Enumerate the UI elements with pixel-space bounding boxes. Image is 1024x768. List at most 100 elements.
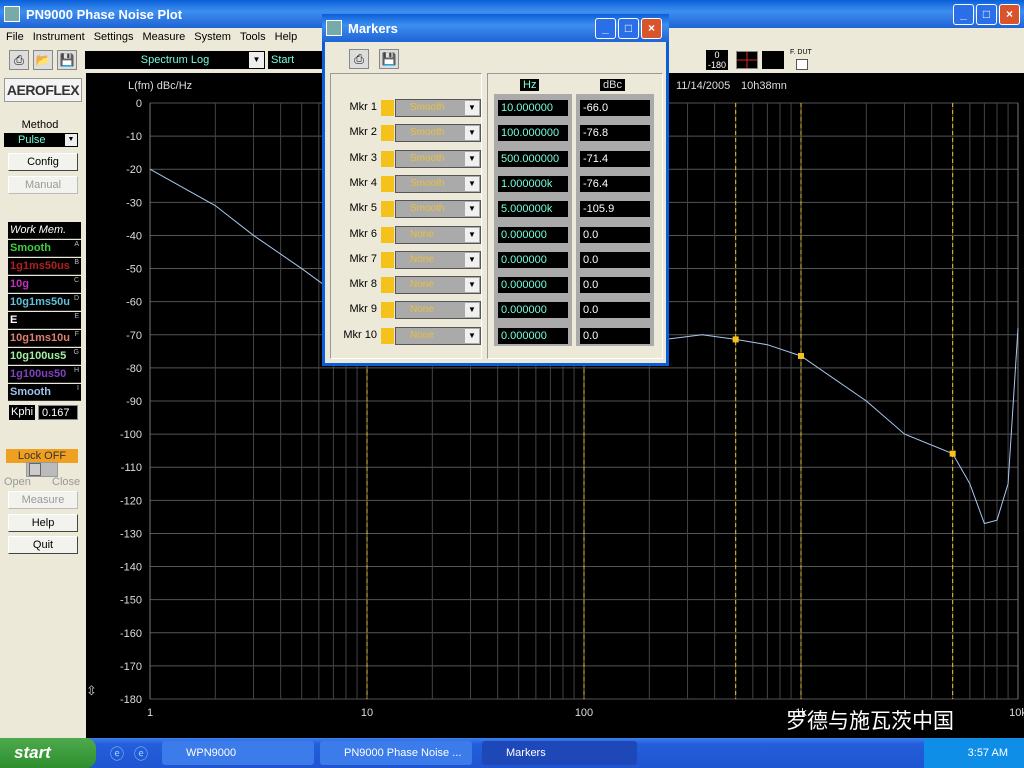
work-mem-item[interactable]: 1g100us50 H	[8, 366, 81, 383]
marker-dbc-value[interactable]: -76.8	[580, 125, 650, 142]
work-mem-item[interactable]: 10g1ms50u D	[8, 294, 81, 311]
close-button[interactable]: ×	[641, 18, 662, 39]
minimize-button[interactable]: _	[595, 18, 616, 39]
marker-color-swatch[interactable]	[381, 277, 394, 294]
marker-color-swatch[interactable]	[381, 327, 394, 344]
marker-hz-value[interactable]: 1.000000k	[498, 175, 568, 192]
chevron-down-icon[interactable]: ▼	[465, 328, 479, 343]
menu-instrument[interactable]: Instrument	[33, 31, 85, 43]
crosshair-icon[interactable]	[736, 51, 758, 69]
chevron-down-icon[interactable]: ▼	[465, 126, 479, 141]
marker-hz-value[interactable]: 10.000000	[498, 100, 568, 116]
marker-dbc-value[interactable]: 0.0	[580, 251, 650, 268]
marker-trace-select[interactable]: Smooth ▼	[395, 200, 481, 219]
marker-hz-value[interactable]: 100.000000	[498, 125, 568, 142]
marker-dbc-value[interactable]: 0.0	[580, 302, 650, 319]
config-button[interactable]: Config	[8, 153, 78, 171]
marker-color-swatch[interactable]	[381, 125, 394, 142]
marker-trace-select[interactable]: Smooth ▼	[395, 99, 481, 117]
marker-color-swatch[interactable]	[381, 226, 394, 243]
quit-button[interactable]: Quit	[8, 536, 78, 554]
work-mem-tag: I	[77, 385, 79, 392]
chevron-down-icon[interactable]: ▼	[465, 101, 479, 115]
fdut-checkbox[interactable]	[796, 59, 808, 70]
menu-measure[interactable]: Measure	[142, 31, 185, 43]
chevron-down-icon[interactable]: ▼	[465, 176, 479, 191]
task-markers[interactable]: Markers	[482, 741, 637, 765]
print-icon[interactable]: ⎙	[9, 50, 29, 70]
marker-trace-select[interactable]: Smooth ▼	[395, 124, 481, 143]
kphi-value[interactable]: 0.167	[38, 405, 78, 420]
menu-file[interactable]: File	[6, 31, 24, 43]
display-box[interactable]	[762, 51, 784, 69]
marker-dbc-value[interactable]: 0.0	[580, 226, 650, 243]
chevron-down-icon[interactable]: ▼	[465, 202, 479, 217]
work-mem-item[interactable]: 10g1ms10u F	[8, 330, 81, 347]
work-mem-item[interactable]: 10g100us5 G	[8, 348, 81, 365]
marker-dbc-value[interactable]: 0.0	[580, 277, 650, 294]
chevron-down-icon[interactable]: ▼	[465, 227, 479, 242]
browser-icon[interactable]: ⓔ	[134, 744, 148, 764]
marker-dbc-value[interactable]: -71.4	[580, 150, 650, 167]
open-close-slider[interactable]	[26, 462, 58, 477]
restore-button[interactable]: □	[976, 4, 997, 25]
chevron-down-icon[interactable]: ▼	[465, 151, 479, 166]
work-mem-item[interactable]: 10g C	[8, 276, 81, 293]
help-button[interactable]: Help	[8, 514, 78, 532]
maximize-button[interactable]: □	[618, 18, 639, 39]
y-tick-label: -40	[126, 230, 142, 242]
marker-color-swatch[interactable]	[381, 150, 394, 167]
marker-trace-select[interactable]: None ▼	[395, 326, 481, 345]
marker-trace-select[interactable]: None ▼	[395, 276, 481, 295]
marker-hz-value[interactable]: 0.000000	[498, 226, 568, 243]
marker-color-swatch[interactable]	[381, 201, 394, 218]
marker-dbc-value[interactable]: -76.4	[580, 175, 650, 192]
marker-hz-value[interactable]: 0.000000	[498, 302, 568, 319]
print-icon[interactable]: ⎙	[349, 49, 369, 69]
task-wpn9000[interactable]: WPN9000	[162, 741, 314, 765]
open-folder-icon[interactable]: 📂	[33, 50, 53, 70]
measure-button[interactable]: Measure	[8, 491, 78, 509]
close-button[interactable]: ×	[999, 4, 1020, 25]
marker-color-swatch[interactable]	[381, 100, 394, 116]
method-select[interactable]: Pulse ▼	[4, 133, 78, 147]
marker-trace-select[interactable]: None ▼	[395, 250, 481, 269]
marker-hz-value[interactable]: 0.000000	[498, 327, 568, 344]
start-field[interactable]: Start	[268, 51, 323, 69]
menu-settings[interactable]: Settings	[94, 31, 134, 43]
work-mem-item[interactable]: Smooth A	[8, 240, 81, 257]
menu-system[interactable]: System	[194, 31, 231, 43]
marker-hz-value[interactable]: 0.000000	[498, 277, 568, 294]
marker-trace-select[interactable]: Smooth ▼	[395, 149, 481, 168]
chevron-down-icon[interactable]: ▼	[465, 278, 479, 293]
ie-icon[interactable]: ⓔ	[110, 744, 124, 764]
manual-button[interactable]: Manual	[8, 176, 78, 194]
marker-trace-select[interactable]: None ▼	[395, 301, 481, 320]
work-mem-item[interactable]: 1g1ms50us B	[8, 258, 81, 275]
chevron-down-icon[interactable]: ▼	[65, 134, 77, 146]
marker-hz-value[interactable]: 500.000000	[498, 150, 568, 167]
chevron-down-icon[interactable]: ▼	[249, 52, 264, 68]
work-mem-item[interactable]: EE	[8, 312, 81, 329]
marker-dbc-value[interactable]: -66.0	[580, 100, 650, 116]
save-icon[interactable]: 💾	[379, 49, 399, 69]
mode-select[interactable]: Spectrum Log ▼	[85, 51, 265, 69]
marker-color-swatch[interactable]	[381, 251, 394, 268]
menu-tools[interactable]: Tools	[240, 31, 266, 43]
work-mem-item[interactable]: Smooth I	[8, 384, 81, 401]
marker-dbc-value[interactable]: -105.9	[580, 201, 650, 218]
marker-trace-select[interactable]: None ▼	[395, 225, 481, 244]
marker-dbc-value[interactable]: 0.0	[580, 327, 650, 344]
task-phase-noise-plot[interactable]: PN9000 Phase Noise ...	[320, 741, 472, 765]
chevron-down-icon[interactable]: ▼	[465, 303, 479, 318]
minimize-button[interactable]: _	[953, 4, 974, 25]
marker-hz-value[interactable]: 0.000000	[498, 251, 568, 268]
marker-hz-value[interactable]: 5.000000k	[498, 201, 568, 218]
marker-color-swatch[interactable]	[381, 302, 394, 319]
menu-help[interactable]: Help	[275, 31, 298, 43]
chevron-down-icon[interactable]: ▼	[465, 252, 479, 267]
marker-trace-select[interactable]: Smooth ▼	[395, 174, 481, 193]
start-button[interactable]: start	[0, 738, 96, 768]
save-icon[interactable]: 💾	[57, 50, 77, 70]
marker-color-swatch[interactable]	[381, 175, 394, 192]
